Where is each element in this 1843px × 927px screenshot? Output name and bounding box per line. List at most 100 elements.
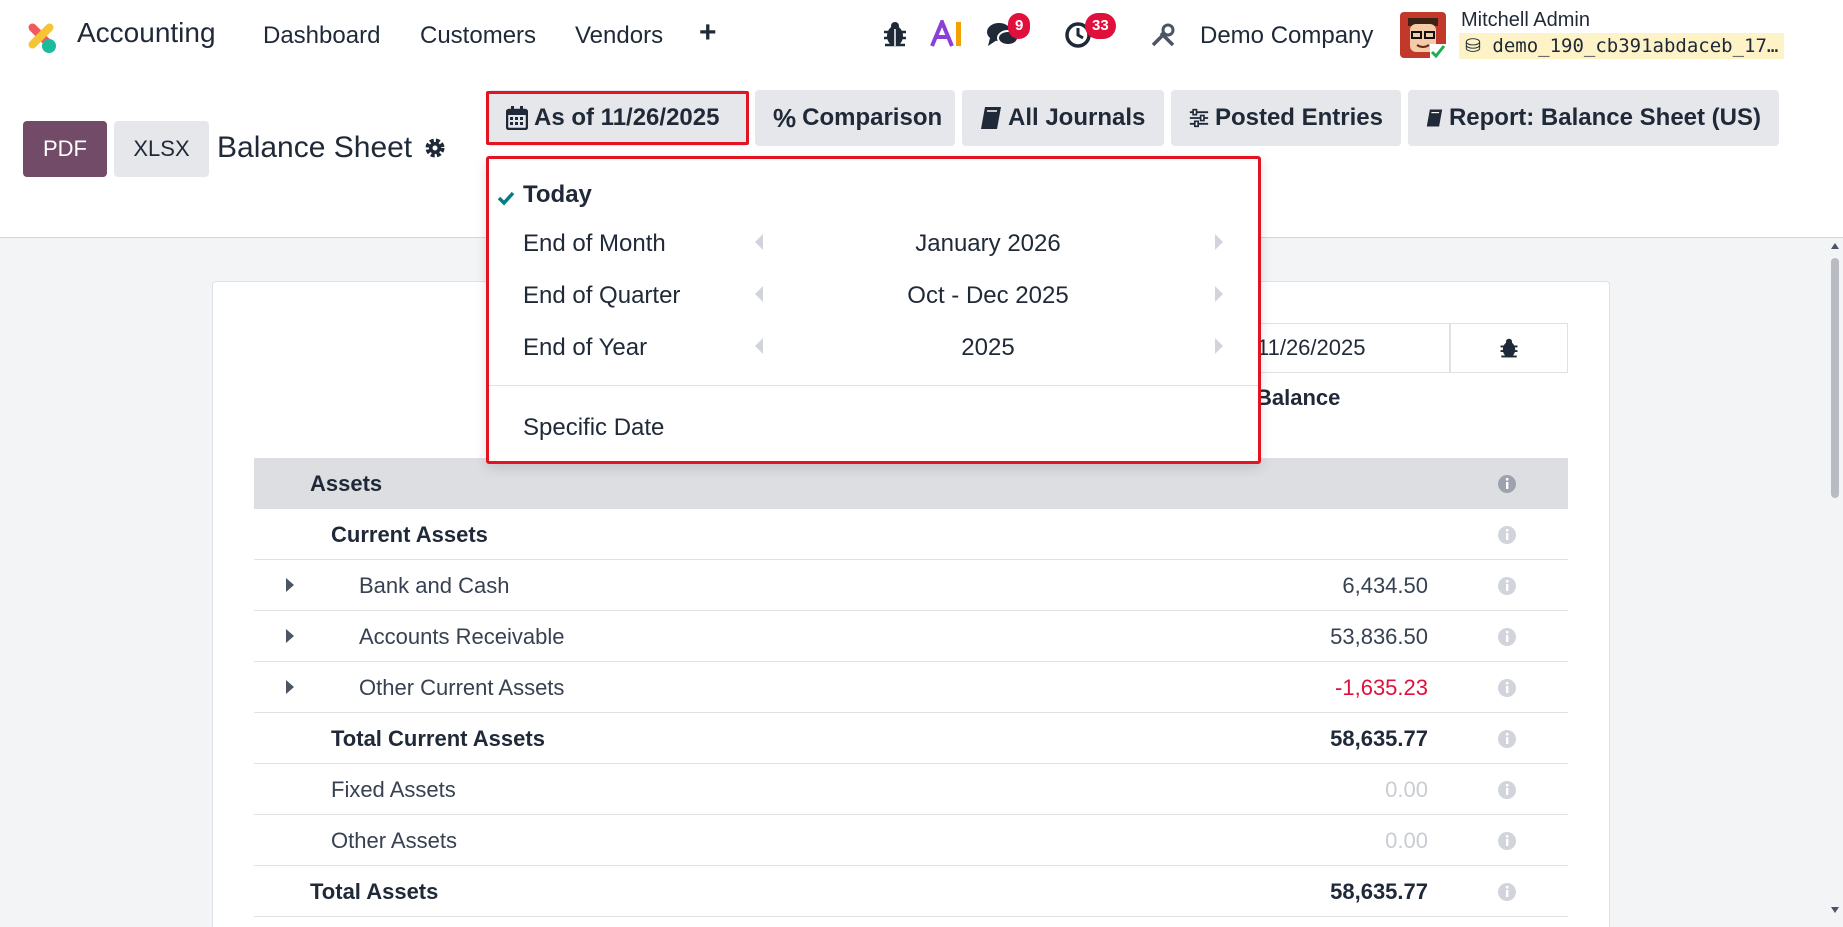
info-icon[interactable] (1497, 678, 1517, 698)
top-navbar: Accounting Dashboard Customers Vendors +… (0, 0, 1843, 72)
previous-month-icon[interactable] (754, 233, 764, 251)
year-value: 2025 (961, 334, 1015, 361)
caret-right-icon[interactable] (285, 628, 295, 644)
posted-entries-label: Posted Entries (1214, 104, 1383, 131)
info-icon[interactable] (1497, 576, 1517, 596)
journals-button[interactable]: All Journals (962, 90, 1164, 146)
posted-entries-button[interactable]: Posted Entries (1171, 90, 1401, 146)
row-value: 6,434.50 (1342, 573, 1428, 598)
quarter-value: Oct - Dec 2025 (907, 282, 1069, 309)
row-value: 58,635.77 (1330, 726, 1428, 751)
previous-quarter-icon[interactable] (754, 285, 764, 303)
row-label: Total Current Assets (331, 726, 545, 751)
previous-year-icon[interactable] (754, 337, 764, 355)
scrollbar-thumb[interactable] (1831, 258, 1839, 498)
next-year-icon[interactable] (1214, 337, 1224, 355)
next-quarter-icon[interactable] (1214, 285, 1224, 303)
nav-dashboard[interactable]: Dashboard (263, 22, 380, 50)
page-title: Balance Sheet (217, 131, 413, 164)
book-icon (1426, 109, 1443, 127)
row-label: Assets (310, 471, 383, 496)
user-name[interactable]: Mitchell Admin (1461, 9, 1590, 32)
gear-icon[interactable] (423, 136, 447, 160)
add-icon[interactable]: + (699, 16, 717, 50)
dropdown-option-end-of-quarter[interactable]: End of Quarter (523, 282, 680, 310)
company-switcher[interactable]: Demo Company (1200, 22, 1373, 50)
report-variant-button[interactable]: Report: Balance Sheet (US) (1408, 90, 1779, 146)
dropdown-divider (489, 385, 1258, 386)
user-avatar[interactable] (1400, 12, 1446, 58)
report-row-assets[interactable]: Assets (254, 458, 1568, 509)
report-row-other-assets[interactable]: Other Assets 0.00 (254, 815, 1568, 866)
journals-label: All Journals (1008, 104, 1146, 131)
row-label: Bank and Cash (359, 573, 510, 598)
row-label: Other Assets (331, 828, 457, 853)
column-debug-button[interactable] (1449, 323, 1568, 373)
book-icon (981, 107, 1001, 129)
report-row-bank-cash[interactable]: Bank and Cash 6,434.50 (254, 560, 1568, 611)
messages-badge: 9 (1008, 13, 1031, 39)
percent-icon: % (773, 102, 797, 133)
comparison-button[interactable]: % Comparison (755, 90, 955, 146)
report-row-total-assets[interactable]: Total Assets 58,635.77 (254, 866, 1568, 917)
comparison-label: Comparison (802, 104, 943, 131)
row-value: -1,635.23 (1335, 675, 1428, 700)
row-label: Fixed Assets (331, 777, 456, 802)
column-header-date[interactable]: 11/26/2025 (1256, 323, 1451, 373)
database-name-text: demo_190_cb391abdaceb_17… (1492, 35, 1779, 57)
info-icon[interactable] (1497, 831, 1517, 851)
report-row-current-assets[interactable]: Current Assets (254, 509, 1568, 560)
scroll-up-icon[interactable] (1830, 242, 1840, 250)
date-filter-dropdown: Today End of Month January 2026 End of Q… (486, 156, 1261, 464)
dropdown-option-specific-date[interactable]: Specific Date (523, 414, 664, 442)
row-value: 0.00 (1385, 777, 1428, 802)
check-icon (497, 191, 515, 206)
activities-badge: 33 (1085, 13, 1116, 39)
sliders-icon (1189, 108, 1209, 128)
row-label: Total Assets (310, 879, 439, 904)
report-row-total-current-assets[interactable]: Total Current Assets 58,635.77 (254, 713, 1568, 764)
dropdown-option-end-of-year[interactable]: End of Year (523, 334, 647, 362)
column-date-label: 11/26/2025 (1257, 335, 1366, 360)
row-value: 0.00 (1385, 828, 1428, 853)
xlsx-button[interactable]: XLSX (114, 121, 209, 177)
nav-customers[interactable]: Customers (420, 22, 536, 50)
database-icon: ⛁ (1465, 35, 1481, 57)
dropdown-option-today[interactable]: Today (523, 181, 592, 209)
pdf-button[interactable]: PDF (23, 121, 107, 177)
row-label: Current Assets (331, 522, 488, 547)
date-filter-label: As of 11/26/2025 (534, 104, 720, 131)
dropdown-option-end-of-month[interactable]: End of Month (523, 230, 666, 258)
report-row-other-current-assets[interactable]: Other Current Assets -1,635.23 (254, 662, 1568, 713)
accounting-logo-icon[interactable] (22, 17, 60, 55)
debug-bug-icon (1500, 338, 1517, 358)
column-balance-label: Balance (1256, 385, 1341, 410)
nav-vendors[interactable]: Vendors (575, 22, 663, 50)
caret-right-icon[interactable] (285, 577, 295, 593)
info-icon[interactable] (1497, 627, 1517, 647)
info-icon[interactable] (1497, 882, 1517, 902)
report-row-fixed-assets[interactable]: Fixed Assets 0.00 (254, 764, 1568, 815)
row-value: 58,635.77 (1330, 879, 1428, 904)
date-filter-button[interactable]: As of 11/26/2025 (488, 90, 747, 146)
database-name: ⛁ demo_190_cb391abdaceb_17… (1459, 33, 1785, 59)
row-label: Accounts Receivable (359, 624, 565, 649)
row-label: Other Current Assets (359, 675, 565, 700)
app-name[interactable]: Accounting (77, 17, 216, 49)
calendar-icon (506, 106, 528, 130)
page-scrollbar[interactable] (1827, 238, 1843, 927)
info-icon[interactable] (1497, 525, 1517, 545)
ai-icon[interactable] (930, 20, 964, 48)
caret-right-icon[interactable] (285, 679, 295, 695)
scroll-down-icon[interactable] (1830, 906, 1840, 914)
settings-tools-icon[interactable] (1150, 22, 1176, 48)
row-value: 53,836.50 (1330, 624, 1428, 649)
report-row-accounts-receivable[interactable]: Accounts Receivable 53,836.50 (254, 611, 1568, 662)
next-month-icon[interactable] (1214, 233, 1224, 251)
info-icon[interactable] (1497, 729, 1517, 749)
debug-bug-icon[interactable] (882, 20, 908, 48)
info-icon[interactable] (1497, 780, 1517, 800)
report-variant-label: Report: Balance Sheet (US) (1448, 104, 1761, 131)
month-value: January 2026 (915, 230, 1061, 257)
info-icon[interactable] (1497, 474, 1517, 494)
